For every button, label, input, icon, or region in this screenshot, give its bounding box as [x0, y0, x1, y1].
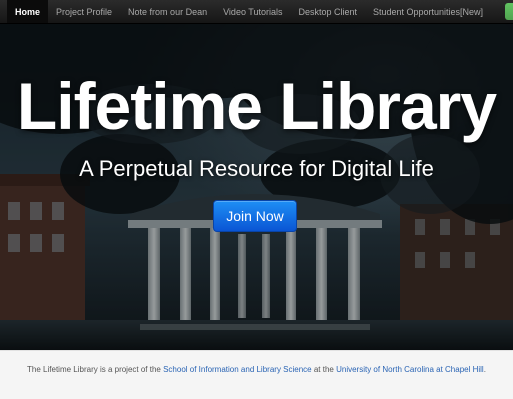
- nav-item-note-from-dean[interactable]: Note from our Dean: [120, 0, 215, 23]
- nav-item-video-tutorials[interactable]: Video Tutorials: [215, 0, 290, 23]
- unc-link[interactable]: University of North Carolina at Chapel H…: [336, 365, 484, 374]
- hero-banner: Lifetime Library A Perpetual Resource fo…: [0, 24, 513, 350]
- top-navbar: Home Project Profile Note from our Dean …: [0, 0, 513, 24]
- page: Home Project Profile Note from our Dean …: [0, 0, 513, 399]
- hero-subtitle: A Perpetual Resource for Digital Life: [79, 156, 434, 181]
- nav-green-button[interactable]: [505, 3, 513, 20]
- footer-middle: at the: [311, 365, 337, 374]
- hero-title: Lifetime Library: [16, 69, 497, 143]
- nav-item-project-profile[interactable]: Project Profile: [48, 0, 120, 23]
- sils-link[interactable]: School of Information and Library Scienc…: [163, 365, 312, 374]
- nav-item-student-opportunities[interactable]: Student Opportunities[New]: [365, 0, 491, 23]
- footer: The Lifetime Library is a project of the…: [0, 350, 513, 399]
- nav-item-desktop-client[interactable]: Desktop Client: [290, 0, 365, 23]
- footer-text: The Lifetime Library is a project of the…: [0, 365, 513, 374]
- join-now-button[interactable]: Join Now: [213, 200, 297, 232]
- nav-menu: Home Project Profile Note from our Dean …: [7, 0, 491, 23]
- nav-item-home[interactable]: Home: [7, 0, 49, 23]
- footer-suffix: .: [483, 365, 486, 374]
- footer-prefix: The Lifetime Library is a project of the: [27, 365, 164, 374]
